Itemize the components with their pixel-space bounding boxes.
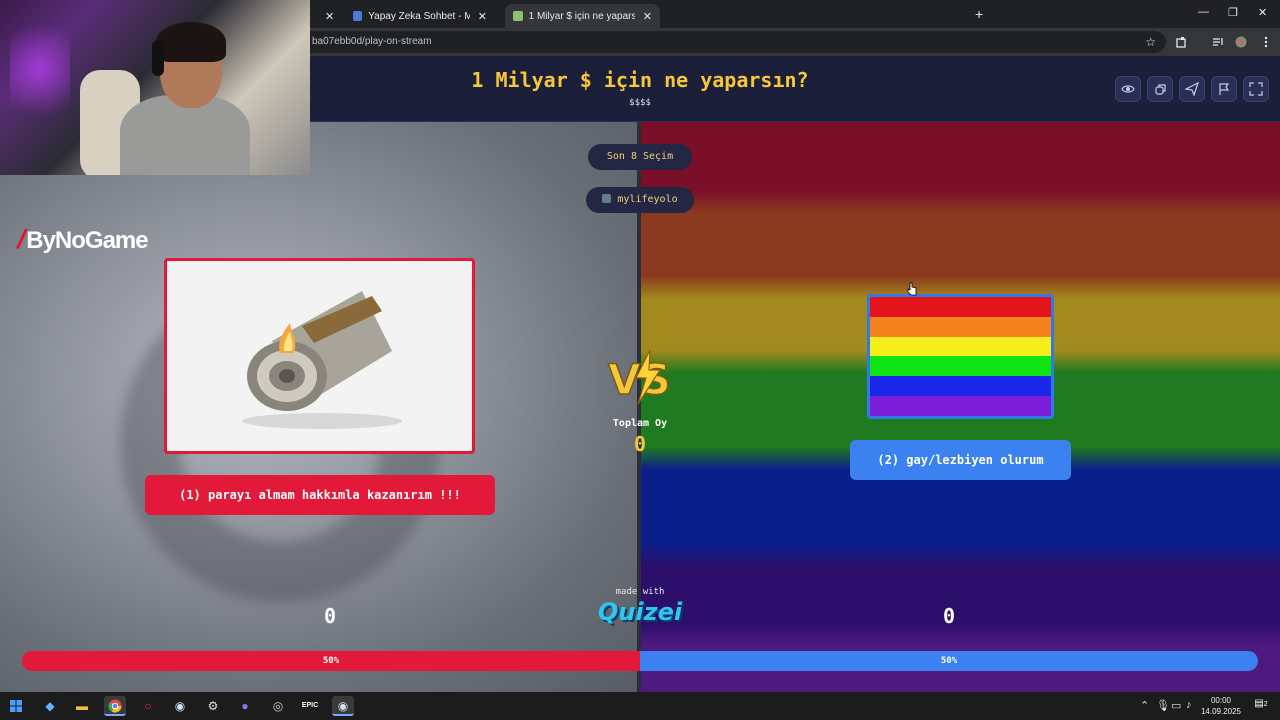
last-voter-name: mylifeyolo: [617, 194, 678, 205]
total-votes-value: 0: [633, 432, 647, 456]
quizei-logo[interactable]: Quizei: [596, 598, 684, 626]
url-text: ba07ebb0d/play-on-stream: [312, 36, 432, 47]
svg-text:VS: VS: [608, 355, 671, 404]
tab-strip: ✕ Yapay Zeka Sohbet - MissXss AI ✕ 1 Mil…: [310, 0, 1280, 28]
chrome-icon[interactable]: [104, 696, 126, 716]
taskbar: ◆ ▬ ○ ◉ ⚙ ● ◎ EPIC ◉ ⌃ 🎙 ▭ ♪ 00:00 14.09…: [0, 692, 1280, 720]
eye-icon[interactable]: [1115, 76, 1141, 102]
minimize-button[interactable]: —: [1198, 6, 1209, 18]
tab-missxss-ai[interactable]: Yapay Zeka Sohbet - MissXss AI ✕: [345, 4, 495, 28]
sponsor-name: ByNoGame: [26, 227, 148, 254]
favicon-icon: [513, 11, 523, 21]
network-icon[interactable]: ▭: [1171, 699, 1181, 712]
vs-lightning-icon: VS: [607, 349, 672, 405]
choice-1-progress: 50%: [22, 651, 640, 671]
menu-dots-icon[interactable]: [1260, 36, 1272, 48]
clock-date: 14.09.2025: [1200, 707, 1242, 716]
flag-icon[interactable]: [1211, 76, 1237, 102]
favicon-icon: [353, 11, 363, 21]
choice-2-vote-count: 0: [942, 604, 956, 628]
volume-icon[interactable]: ♪: [1186, 699, 1192, 711]
share-icon[interactable]: [1147, 76, 1173, 102]
file-explorer-icon[interactable]: ▬: [71, 696, 93, 716]
microphone-icon[interactable]: 🎙: [1156, 699, 1170, 712]
profile-avatar-icon[interactable]: [1235, 36, 1247, 48]
tab-close-icon[interactable]: ✕: [478, 10, 487, 23]
previous-tab-close-icon[interactable]: ✕: [325, 10, 334, 23]
last-choices-pill[interactable]: Son 8 Seçim: [588, 144, 692, 170]
opera-icon[interactable]: ○: [137, 696, 159, 716]
total-votes-label: Toplam Oy: [612, 418, 668, 429]
system-clock[interactable]: 00:00 14.09.2025: [1196, 695, 1246, 717]
choice-1-button[interactable]: (1) parayı almam hakkımla kazanırım !!!: [145, 475, 495, 515]
fullscreen-icon[interactable]: [1243, 76, 1269, 102]
voter-avatar-icon: [602, 194, 612, 203]
clock-time: 00:00: [1210, 696, 1232, 705]
choice-1-image[interactable]: [164, 258, 475, 454]
choice-2-button[interactable]: (2) gay/lezbiyen olurum: [850, 440, 1071, 480]
last-voter-pill: mylifeyolo: [586, 187, 694, 213]
sponsor-logo: /ByNoGame: [14, 224, 148, 255]
bookmark-star-icon[interactable]: ☆: [1145, 31, 1156, 53]
close-window-button[interactable]: ✕: [1258, 6, 1267, 19]
new-tab-button[interactable]: +: [975, 6, 983, 22]
choice-2-image[interactable]: [867, 294, 1054, 419]
money-roll-image: [242, 291, 402, 429]
send-icon[interactable]: [1179, 76, 1205, 102]
extensions-icon[interactable]: [1176, 36, 1188, 48]
windows-start-icon[interactable]: [5, 696, 27, 716]
hand-cursor-icon: [907, 282, 917, 296]
tab-title: 1 Milyar $ için ne yaparsın? - Quizei: [528, 10, 635, 22]
choice-1-vote-count: 0: [323, 604, 337, 628]
notification-center-icon[interactable]: ▤2: [1252, 698, 1270, 714]
tab-title: Yapay Zeka Sohbet - MissXss AI: [368, 10, 470, 22]
taskbar-app-icon[interactable]: ◆: [39, 696, 61, 716]
tab-quizei[interactable]: 1 Milyar $ için ne yaparsın? - Quizei ✕: [505, 4, 660, 28]
address-bar[interactable]: ba07ebb0d/play-on-stream ☆: [310, 31, 1166, 53]
restore-button[interactable]: ❐: [1228, 6, 1238, 19]
steam-app-icon[interactable]: ◉: [332, 696, 354, 716]
made-with-label: made with: [615, 587, 665, 597]
webcam-overlay: [0, 0, 310, 175]
obs-icon[interactable]: ◎: [267, 696, 289, 716]
steam-icon[interactable]: ◉: [169, 696, 191, 716]
tab-close-icon[interactable]: ✕: [643, 10, 652, 23]
discord-icon[interactable]: ●: [234, 696, 256, 716]
notification-count: 2: [1263, 701, 1268, 708]
settings-gear-icon[interactable]: ⚙: [202, 696, 224, 716]
media-control-icon[interactable]: [1212, 36, 1224, 48]
toolbar: ba07ebb0d/play-on-stream ☆: [310, 28, 1280, 56]
choice-2-progress: 50%: [640, 651, 1258, 671]
epic-games-icon[interactable]: EPIC: [299, 696, 321, 716]
vote-progress-bar: 50% 50%: [22, 651, 1258, 671]
tray-chevron-icon[interactable]: ⌃: [1140, 699, 1149, 712]
